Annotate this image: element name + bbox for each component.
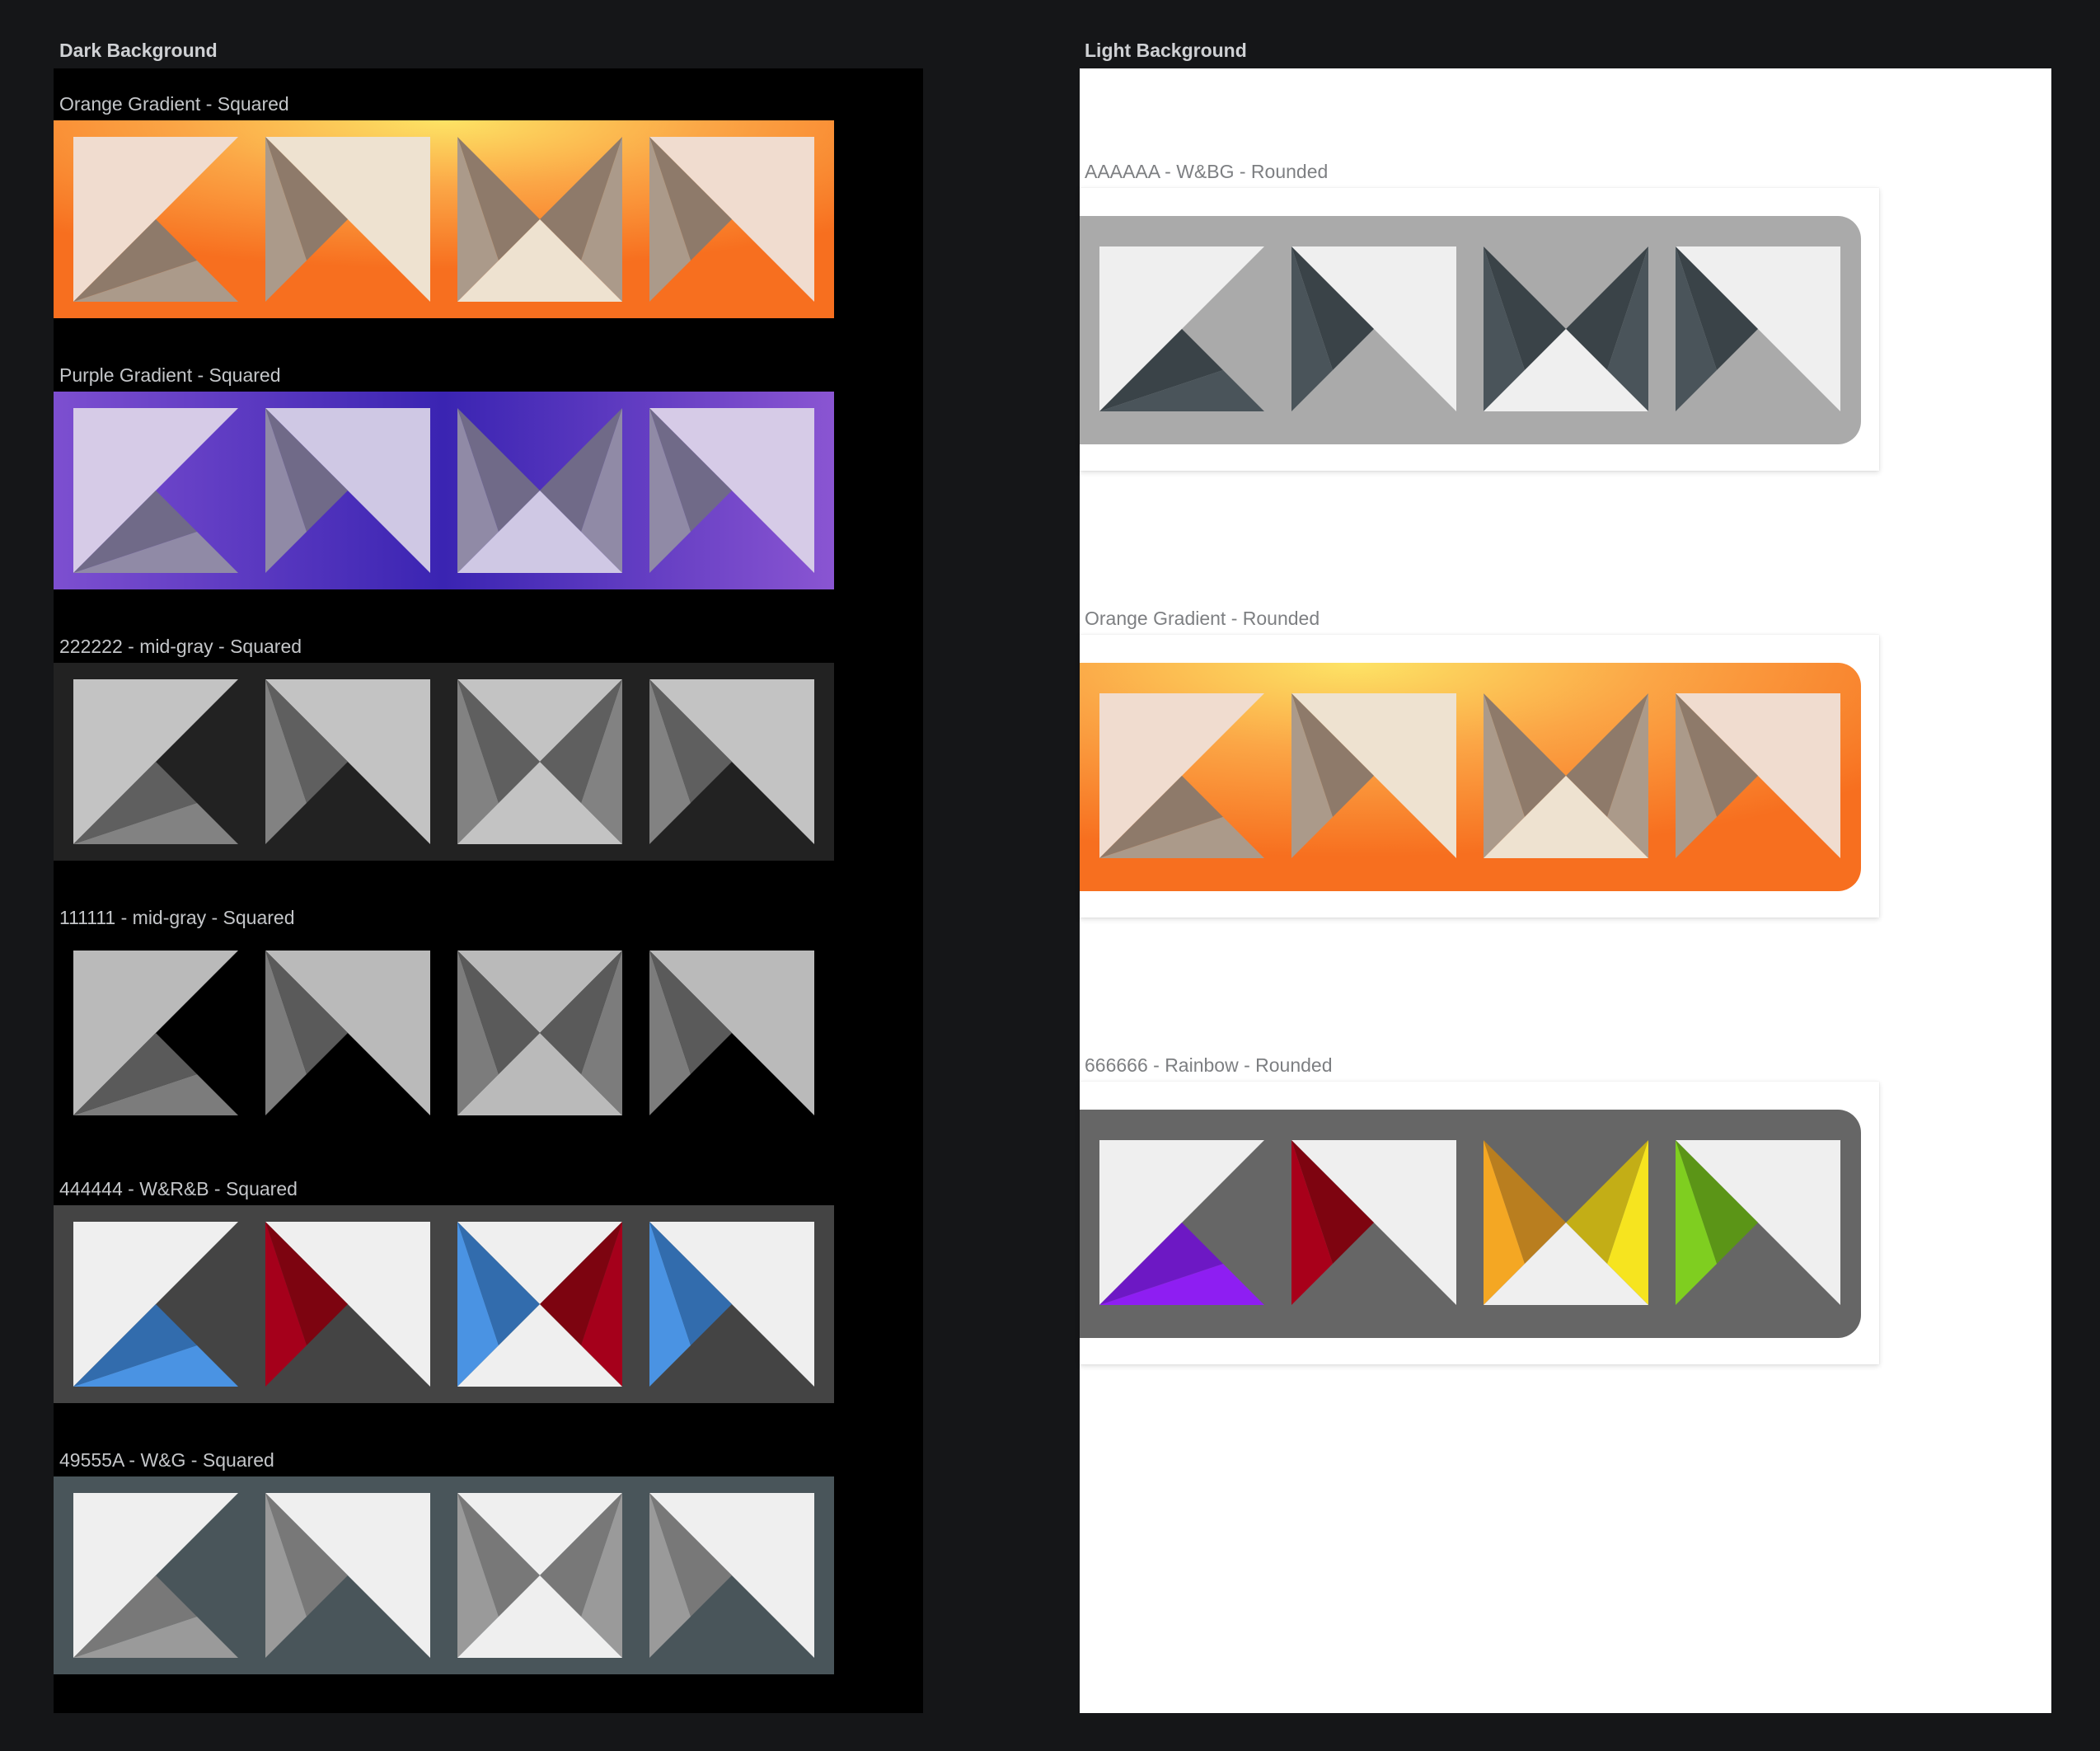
dark-canvas[interactable]: Orange Gradient - Squared Purple Gradien… xyxy=(54,68,923,1713)
envelope-bowtie-icon[interactable] xyxy=(457,1493,622,1658)
envelope-bowtie-icon[interactable] xyxy=(457,679,622,844)
dark-canvas-title: Dark Background xyxy=(59,40,218,61)
frame-label[interactable]: 444444 - W&R&B - Squared xyxy=(59,1178,298,1200)
artboard-purple-squared[interactable] xyxy=(54,392,834,589)
frame-label[interactable]: Purple Gradient - Squared xyxy=(59,364,281,387)
icon-row xyxy=(54,392,834,589)
artboard-666666-rounded[interactable] xyxy=(1080,1110,1861,1338)
frame-label[interactable]: AAAAAA - W&BG - Rounded xyxy=(1085,161,1328,183)
frame-label[interactable]: 49555A - W&G - Squared xyxy=(59,1449,274,1472)
icon-row xyxy=(1080,663,1861,891)
icon-row xyxy=(54,1205,834,1403)
envelope-bowtie-icon[interactable] xyxy=(457,951,622,1115)
artboard-orange-rounded[interactable] xyxy=(1080,663,1861,891)
envelope-bowtie-icon[interactable] xyxy=(457,1222,622,1387)
artboard-222222-squared[interactable] xyxy=(54,663,834,861)
artboard-49555a-squared[interactable] xyxy=(54,1476,834,1674)
light-canvas[interactable]: AAAAAA - W&BG - Rounded Orange Gradient … xyxy=(1080,68,2051,1713)
frame-label[interactable]: 222222 - mid-gray - Squared xyxy=(59,636,302,658)
icon-row xyxy=(1080,1110,1861,1338)
icon-row xyxy=(54,934,834,1132)
frame-label[interactable]: Orange Gradient - Rounded xyxy=(1085,608,1320,630)
light-canvas-title: Light Background xyxy=(1085,40,1247,61)
icon-row xyxy=(1080,216,1861,444)
icon-row xyxy=(54,1476,834,1674)
artboard-111111-squared[interactable] xyxy=(54,934,834,1132)
artboard-aaaaaa-rounded[interactable] xyxy=(1080,216,1861,444)
frame-label[interactable]: 111111 - mid-gray - Squared xyxy=(59,907,295,929)
frame-label[interactable]: Orange Gradient - Squared xyxy=(59,93,289,115)
artboard-orange-squared[interactable] xyxy=(54,120,834,318)
artboard-444444-squared[interactable] xyxy=(54,1205,834,1403)
icon-row xyxy=(54,120,834,318)
frame-label[interactable]: 666666 - Rainbow - Rounded xyxy=(1085,1054,1332,1077)
icon-row xyxy=(54,663,834,861)
